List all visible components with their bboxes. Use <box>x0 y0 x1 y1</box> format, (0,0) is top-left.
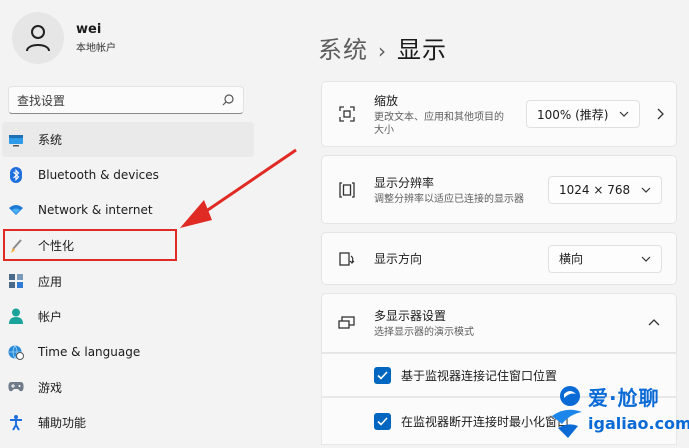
bluetooth-icon <box>8 166 24 183</box>
sidebar-item-label: Time & language <box>38 344 141 359</box>
watermark-url: igaliao.com <box>588 414 689 433</box>
sidebar-item-label: 帐户 <box>38 309 63 324</box>
watermark-text: 爱·尬聊 <box>588 386 660 410</box>
accessibility-icon <box>8 414 24 431</box>
watermark: 爱·尬聊 igaliao.com <box>548 378 689 444</box>
scale-subtitle: 更改文本、应用和其他项目的大小 <box>374 111 504 136</box>
sidebar-item-label: 游戏 <box>38 380 63 395</box>
user-profile[interactable]: wei 本地帐户 <box>12 12 116 64</box>
remember-window-checkbox[interactable] <box>374 366 391 384</box>
chevron-down-icon <box>619 111 629 117</box>
multi-display-setting-card[interactable]: 多显示器设置 选择显示器的演示模式 <box>321 293 677 353</box>
breadcrumb-parent[interactable]: 系统 <box>318 36 368 64</box>
resolution-icon <box>339 181 355 198</box>
sidebar-item-label: 辅助功能 <box>38 416 87 431</box>
search-icon <box>222 94 234 106</box>
scale-dropdown[interactable]: 100% (推荐) <box>526 100 640 128</box>
sidebar-item-network[interactable]: Network & internet <box>2 193 254 228</box>
scale-value: 100% (推荐) <box>537 107 609 122</box>
sidebar-item-system[interactable]: 系统 <box>2 122 254 157</box>
sidebar-item-accounts[interactable]: 帐户 <box>2 299 254 334</box>
resolution-dropdown[interactable]: 1024 × 768 <box>548 175 662 204</box>
page-title: 系统 › 显示 <box>318 30 447 65</box>
apps-icon <box>8 273 24 289</box>
search-input[interactable]: 查找设置 <box>17 92 221 109</box>
orientation-setting-card[interactable]: 显示方向 横向 <box>321 232 677 285</box>
user-name: wei <box>76 22 102 37</box>
search-box[interactable]: 查找设置 <box>8 86 244 114</box>
sidebar-item-label: 应用 <box>38 274 63 289</box>
minimize-window-checkbox[interactable] <box>374 412 391 430</box>
breadcrumb-separator: › <box>378 39 387 63</box>
chevron-down-icon <box>641 187 651 193</box>
chevron-down-icon <box>641 256 651 262</box>
highlight-annotation-box <box>3 229 177 261</box>
scale-title: 缩放 <box>374 93 399 108</box>
chevron-right-icon[interactable] <box>654 108 666 120</box>
person-avatar-icon <box>26 25 50 52</box>
minimize-window-label: 在监视器断开连接时最小化窗口 <box>401 414 570 429</box>
account-type: 本地帐户 <box>76 43 116 54</box>
orientation-value: 横向 <box>559 252 584 266</box>
nav-list: 系统 Bluetooth & devices Network & interne… <box>2 122 254 441</box>
resolution-subtitle: 调整分辨率以适应已连接的显示器 <box>374 193 524 205</box>
gamepad-icon <box>8 379 24 395</box>
remember-window-label: 基于监视器连接记住窗口位置 <box>401 368 558 383</box>
avatar <box>12 12 64 64</box>
scale-setting-card[interactable]: 缩放 更改文本、应用和其他项目的大小 100% (推荐) <box>321 81 677 147</box>
orientation-dropdown[interactable]: 横向 <box>548 244 662 273</box>
sidebar: wei 本地帐户 查找设置 系统 Bluetooth & devices Net… <box>0 0 270 448</box>
chevron-up-icon[interactable] <box>648 317 660 329</box>
multi-display-title: 多显示器设置 <box>374 309 447 323</box>
resolution-setting-card[interactable]: 显示分辨率 调整分辨率以适应已连接的显示器 1024 × 768 <box>321 155 677 224</box>
sidebar-item-time-language[interactable]: Time & language <box>2 334 254 369</box>
sidebar-item-gaming[interactable]: 游戏 <box>2 370 254 405</box>
sidebar-item-bluetooth[interactable]: Bluetooth & devices <box>2 157 254 192</box>
sidebar-item-apps[interactable]: 应用 <box>2 264 254 299</box>
person-icon <box>8 308 24 325</box>
monitor-icon <box>8 132 24 148</box>
multi-display-subtitle: 选择显示器的演示模式 <box>374 327 474 338</box>
wifi-icon <box>8 202 24 218</box>
multi-display-icon <box>338 316 355 329</box>
resolution-title: 显示分辨率 <box>374 175 435 190</box>
scale-icon <box>339 106 355 122</box>
watermark-logo-icon <box>552 386 582 438</box>
resolution-value: 1024 × 768 <box>559 182 631 197</box>
sidebar-item-accessibility[interactable]: 辅助功能 <box>2 405 254 440</box>
orientation-title: 显示方向 <box>374 252 423 266</box>
sidebar-item-label: 系统 <box>38 133 63 147</box>
breadcrumb-current: 显示 <box>397 36 447 64</box>
globe-clock-icon <box>8 344 24 360</box>
orientation-icon <box>339 251 355 266</box>
checkmark-icon <box>377 370 388 380</box>
checkmark-icon <box>377 416 388 426</box>
sidebar-item-label: Bluetooth & devices <box>38 167 159 182</box>
sidebar-item-label: Network & internet <box>38 203 153 218</box>
